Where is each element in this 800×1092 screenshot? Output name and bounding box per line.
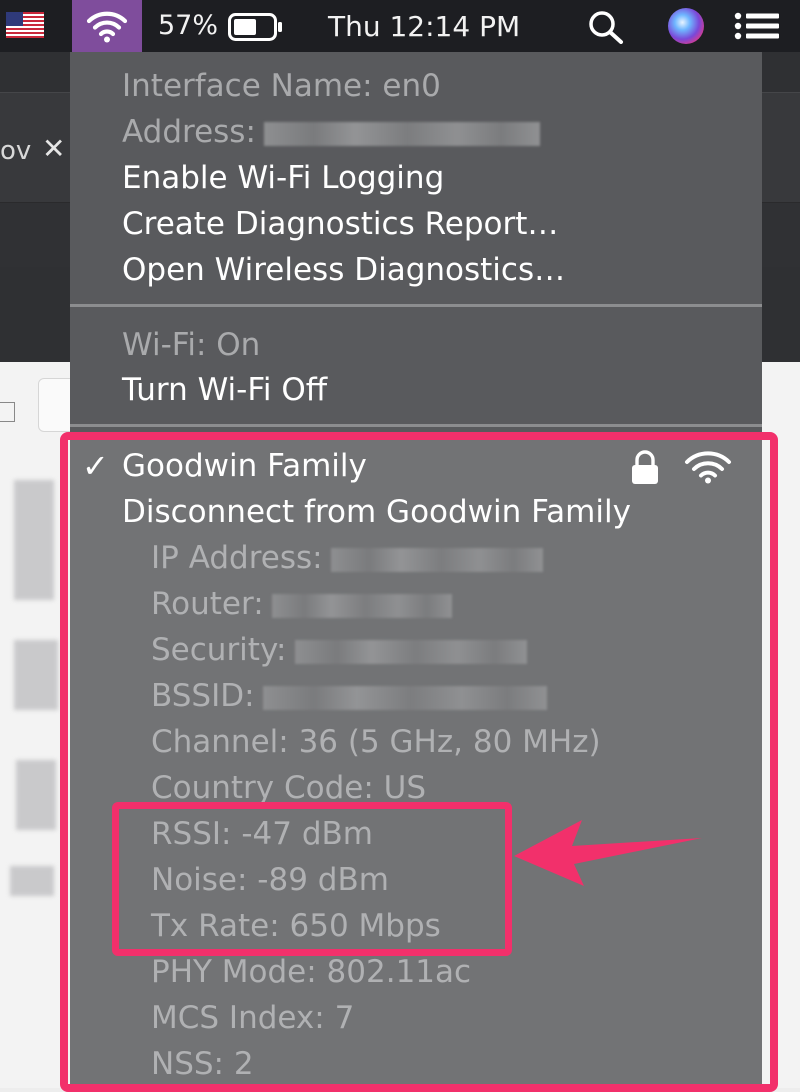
address-value-redacted <box>263 121 540 146</box>
wifi-menu-button[interactable] <box>72 0 142 52</box>
enable-wifi-logging-item[interactable]: Enable Wi-Fi Logging <box>122 158 444 198</box>
battery-icon[interactable] <box>228 13 284 41</box>
background-blur-block <box>14 480 54 600</box>
background-blur-block <box>10 866 54 896</box>
notification-list-icon[interactable] <box>734 12 780 40</box>
background-blur-block <box>16 760 56 830</box>
siri-icon[interactable] <box>668 8 704 44</box>
arrow-annotation <box>514 820 702 886</box>
menubar-clock[interactable]: Thu 12:14 PM <box>328 10 520 43</box>
battery-percentage[interactable]: 57% <box>158 10 218 41</box>
us-flag-icon[interactable] <box>6 12 44 38</box>
background-tab-close-icon: ✕ <box>42 132 66 165</box>
create-diagnostics-report-item[interactable]: Create Diagnostics Report… <box>122 204 558 244</box>
turn-wifi-off-item[interactable]: Turn Wi-Fi Off <box>122 370 327 410</box>
menu-separator <box>70 424 762 427</box>
background-tab-title: ov <box>0 136 32 166</box>
interface-name-label: Interface Name: en0 <box>122 68 441 104</box>
background-doc-icon <box>0 402 15 422</box>
menu-separator <box>70 304 762 307</box>
signal-metrics-highlight-box <box>112 802 512 956</box>
network-details-highlight-box <box>60 432 778 1092</box>
open-wireless-diagnostics-item[interactable]: Open Wireless Diagnostics… <box>122 250 565 290</box>
background-blur-block <box>14 640 58 710</box>
wifi-icon <box>86 11 128 43</box>
search-icon[interactable] <box>588 10 624 44</box>
wifi-status-label: Wi-Fi: On <box>122 327 261 363</box>
address-label: Address: <box>122 114 256 150</box>
menu-bar: 57% Thu 12:14 PM <box>0 0 800 52</box>
address-row: Address: <box>122 112 540 152</box>
